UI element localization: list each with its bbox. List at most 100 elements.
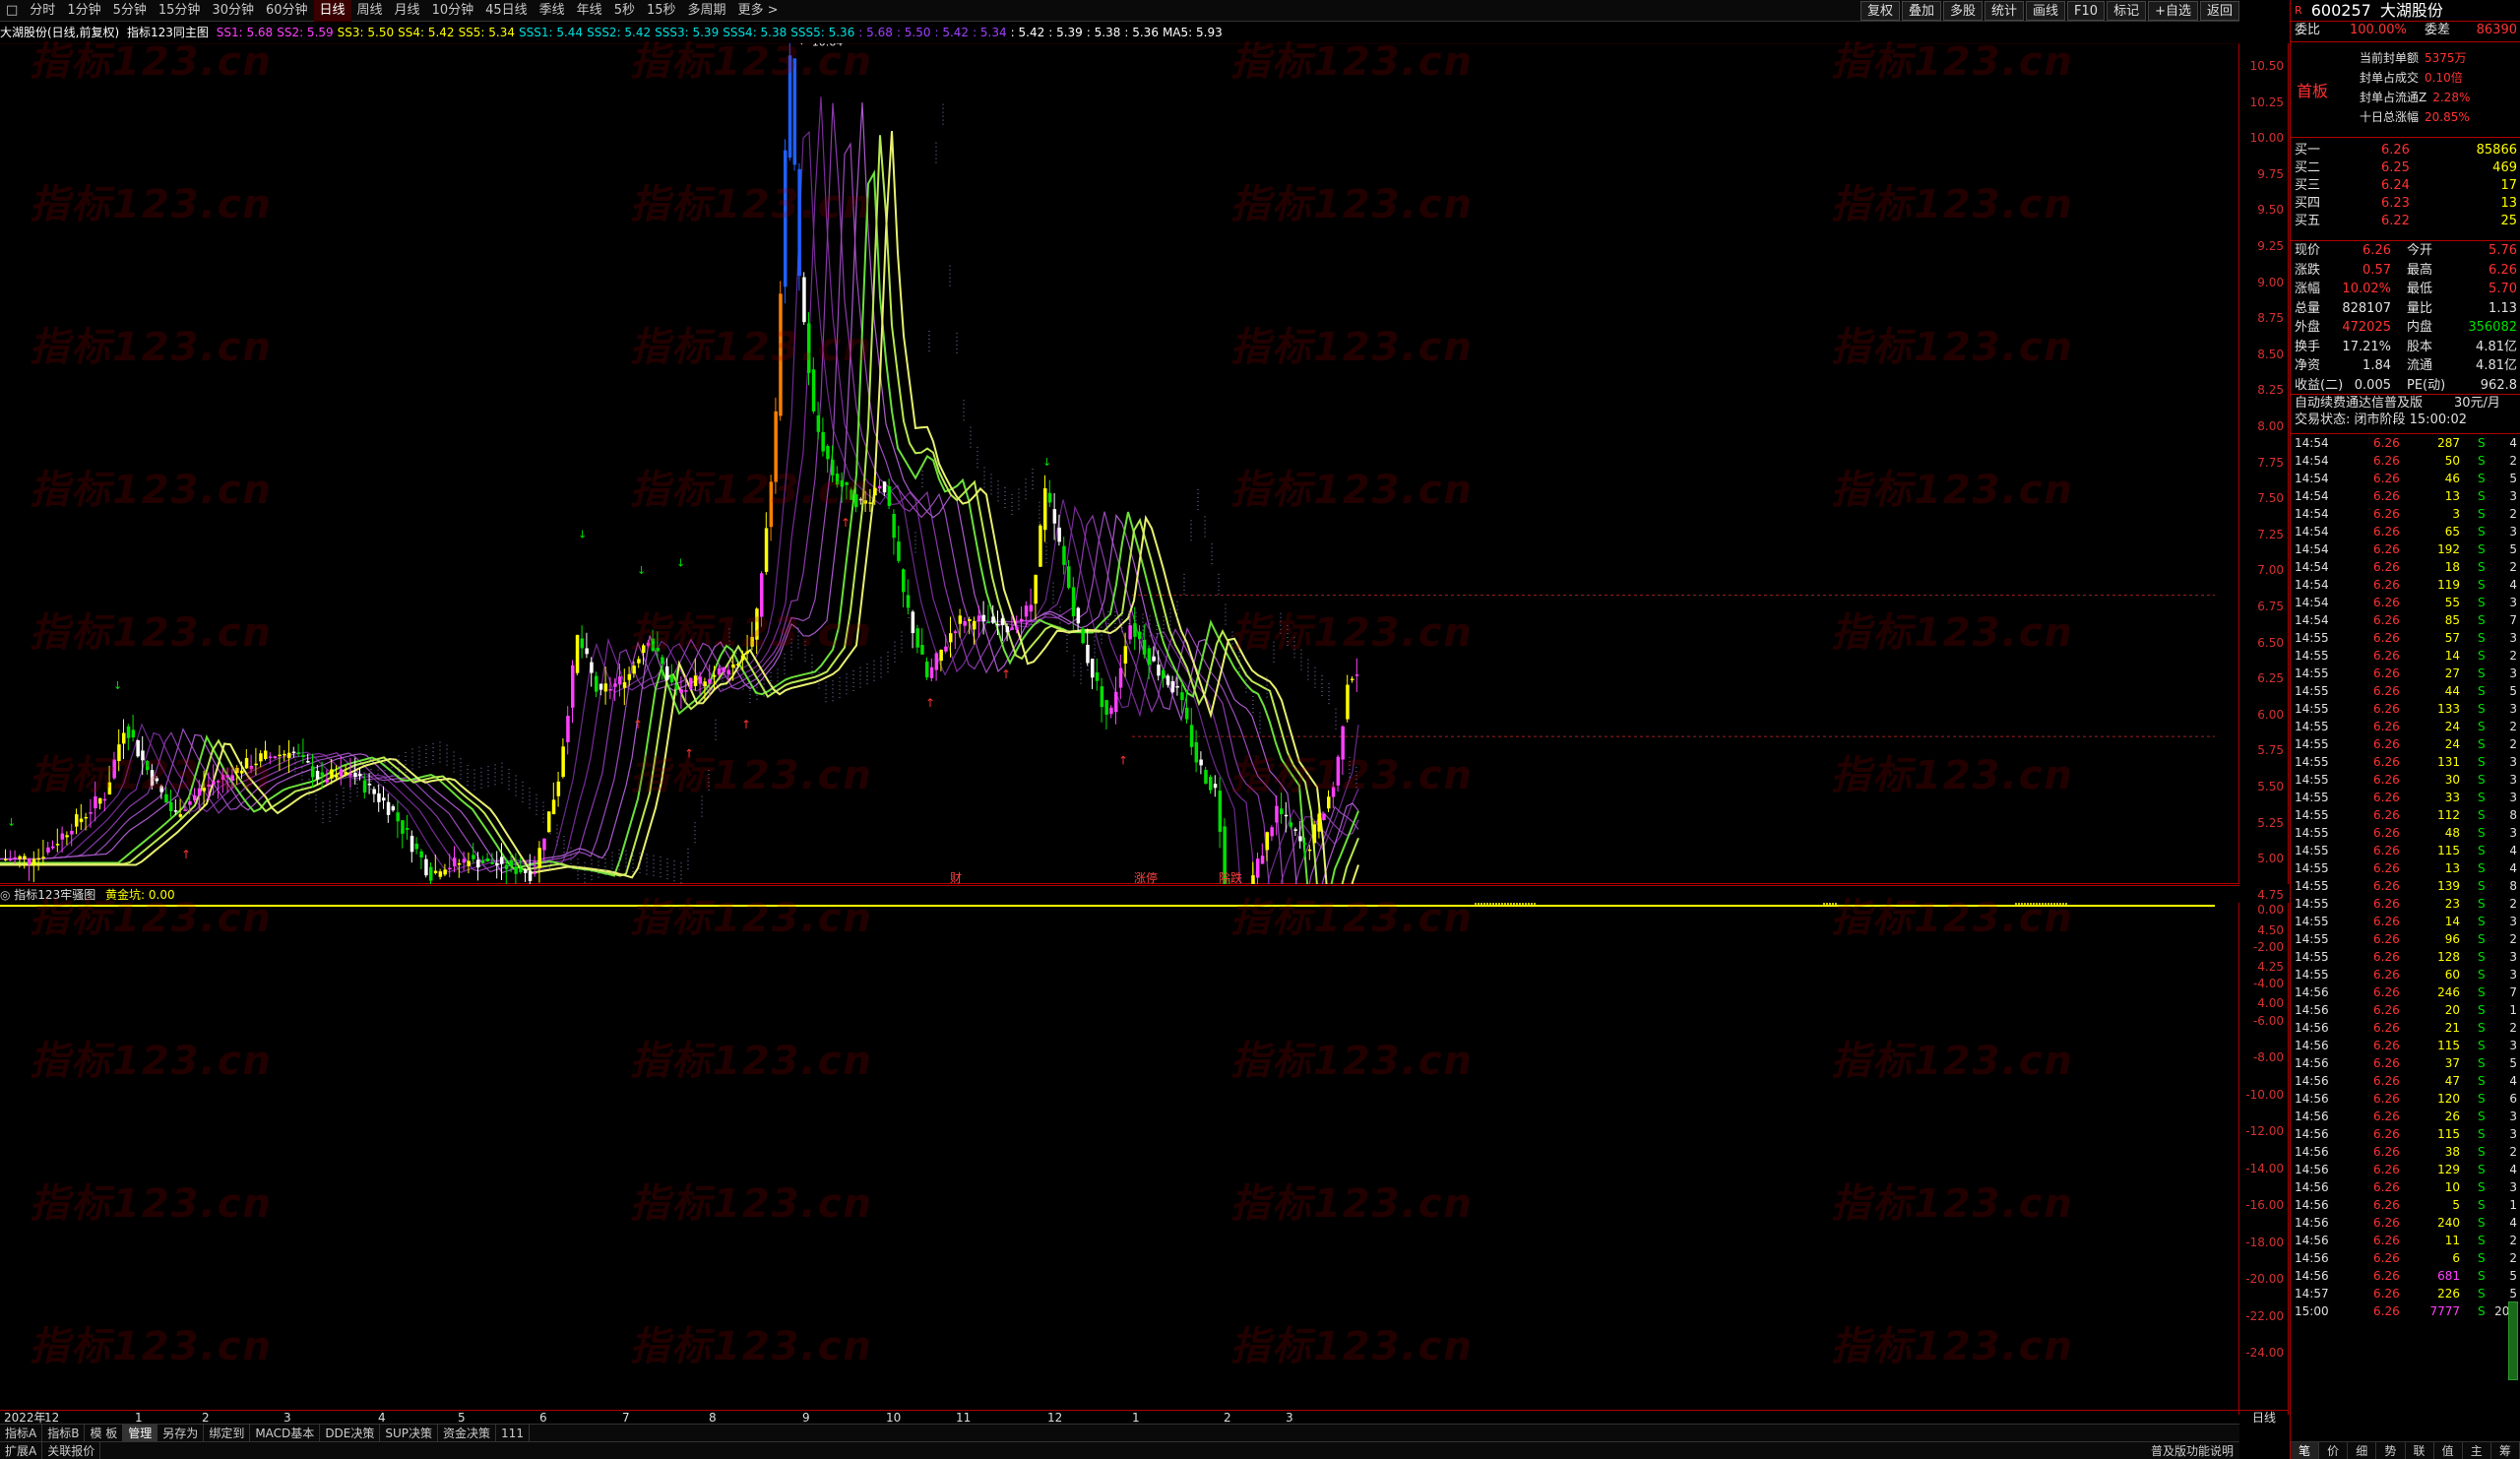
candle[interactable] xyxy=(443,863,447,877)
candle[interactable] xyxy=(547,811,551,833)
candle[interactable] xyxy=(36,849,41,871)
candle[interactable] xyxy=(689,677,693,690)
candle[interactable] xyxy=(382,786,386,809)
quote-tab[interactable]: 势 xyxy=(2376,1442,2406,1459)
candle[interactable] xyxy=(1138,625,1142,654)
indicator-tab[interactable]: 111 xyxy=(496,1424,530,1442)
candle[interactable] xyxy=(372,786,376,803)
candle[interactable] xyxy=(89,798,93,828)
tool-button[interactable]: 画线 xyxy=(2026,1,2066,21)
candle[interactable] xyxy=(571,660,575,724)
candle[interactable] xyxy=(524,867,528,882)
candle[interactable] xyxy=(1346,674,1350,723)
candle[interactable] xyxy=(1081,626,1085,645)
candle[interactable] xyxy=(1047,479,1052,508)
candle[interactable] xyxy=(259,750,263,768)
candle[interactable] xyxy=(920,628,924,655)
candle[interactable] xyxy=(949,616,953,658)
period-tab[interactable]: 30分钟 xyxy=(206,0,260,22)
candle[interactable] xyxy=(225,767,230,793)
candle[interactable] xyxy=(986,604,990,624)
event-marker[interactable]: 跌 xyxy=(1230,870,1242,884)
candle[interactable] xyxy=(1095,658,1100,691)
candle[interactable] xyxy=(254,747,258,776)
event-marker[interactable]: 财 xyxy=(950,871,962,884)
candle[interactable] xyxy=(193,788,197,803)
candle[interactable] xyxy=(944,634,948,654)
candle[interactable] xyxy=(287,739,291,774)
candle[interactable] xyxy=(1284,801,1289,833)
quote-tab[interactable]: 笔 xyxy=(2291,1442,2320,1459)
candle[interactable] xyxy=(453,846,457,873)
candle[interactable] xyxy=(1218,777,1223,849)
candle[interactable] xyxy=(1204,766,1208,785)
candle[interactable] xyxy=(566,706,570,755)
candle[interactable] xyxy=(55,828,60,853)
period-tab[interactable]: 5分钟 xyxy=(107,0,153,22)
period-tab[interactable]: 分时 xyxy=(24,0,61,22)
candle[interactable] xyxy=(1189,708,1194,756)
candle[interactable] xyxy=(94,781,97,822)
candle[interactable] xyxy=(1062,537,1066,575)
period-tab[interactable]: 月线 xyxy=(389,0,426,22)
indicator-tab[interactable]: 模 板 xyxy=(85,1424,124,1442)
candle[interactable] xyxy=(146,760,150,776)
candle[interactable] xyxy=(32,851,36,882)
candle[interactable] xyxy=(1123,632,1128,677)
candle[interactable] xyxy=(745,634,750,661)
quote-tab[interactable]: 筹 xyxy=(2491,1442,2520,1459)
candle[interactable] xyxy=(79,803,84,831)
candle[interactable] xyxy=(580,625,585,659)
candle[interactable] xyxy=(1020,606,1024,638)
candle[interactable] xyxy=(4,849,8,861)
candle[interactable] xyxy=(438,868,443,880)
candle[interactable] xyxy=(396,800,400,839)
candle[interactable] xyxy=(1133,606,1137,651)
candle[interactable] xyxy=(556,771,561,807)
candle[interactable] xyxy=(46,841,50,856)
tick-scrollbar[interactable] xyxy=(2508,1301,2518,1380)
candle[interactable] xyxy=(1351,675,1354,683)
price-chart-panel[interactable]: ↑↑↑↑↑↑↑↑↑↑↑↑↓↓↓↓↓↓← 10.64← 3.92财涨停除跌 xyxy=(0,43,2239,884)
candle[interactable] xyxy=(760,571,764,627)
candle[interactable] xyxy=(1170,675,1175,694)
indicator-tab[interactable]: 绑定到 xyxy=(204,1424,251,1442)
candlestick-chart[interactable]: ↑↑↑↑↑↑↑↑↑↑↑↑↓↓↓↓↓↓← 10.64← 3.92财涨停除跌 xyxy=(0,43,2239,884)
candle[interactable] xyxy=(169,789,173,817)
candle[interactable] xyxy=(1341,725,1345,775)
indicator-tab[interactable]: 指标B xyxy=(42,1424,86,1442)
candle[interactable] xyxy=(637,656,641,668)
candle[interactable] xyxy=(911,609,915,649)
candle[interactable] xyxy=(1213,775,1218,797)
candle[interactable] xyxy=(495,851,499,879)
candle[interactable] xyxy=(1293,827,1297,837)
candle[interactable] xyxy=(1052,493,1057,540)
candle[interactable] xyxy=(112,751,116,781)
tool-button[interactable]: +自选 xyxy=(2148,1,2198,21)
period-tab[interactable]: 45日线 xyxy=(479,0,534,22)
tool-button[interactable]: 返回 xyxy=(2199,1,2239,21)
candle[interactable] xyxy=(816,402,821,440)
candle[interactable] xyxy=(1118,655,1123,700)
candle[interactable] xyxy=(75,808,79,835)
candle[interactable] xyxy=(915,624,919,654)
candle[interactable] xyxy=(65,831,69,846)
candle[interactable] xyxy=(1076,606,1081,632)
candle[interactable] xyxy=(126,724,131,751)
candle[interactable] xyxy=(1199,751,1203,775)
indicator-tab[interactable]: DDE决策 xyxy=(320,1424,381,1442)
quote-tab[interactable]: 值 xyxy=(2434,1442,2463,1459)
candle[interactable] xyxy=(117,729,121,772)
candle[interactable] xyxy=(1322,812,1326,821)
candle[interactable] xyxy=(485,853,490,862)
candle[interactable] xyxy=(377,784,381,812)
candle[interactable] xyxy=(98,797,102,810)
candle[interactable] xyxy=(575,634,580,675)
period-tab[interactable]: 1分钟 xyxy=(61,0,106,22)
candle[interactable] xyxy=(1034,574,1038,620)
indicator-tab[interactable]: 资金决策 xyxy=(438,1424,497,1442)
candle[interactable] xyxy=(1029,588,1034,622)
candle[interactable] xyxy=(122,719,126,760)
candle[interactable] xyxy=(273,755,278,760)
indicator-panel[interactable] xyxy=(0,462,2239,1415)
